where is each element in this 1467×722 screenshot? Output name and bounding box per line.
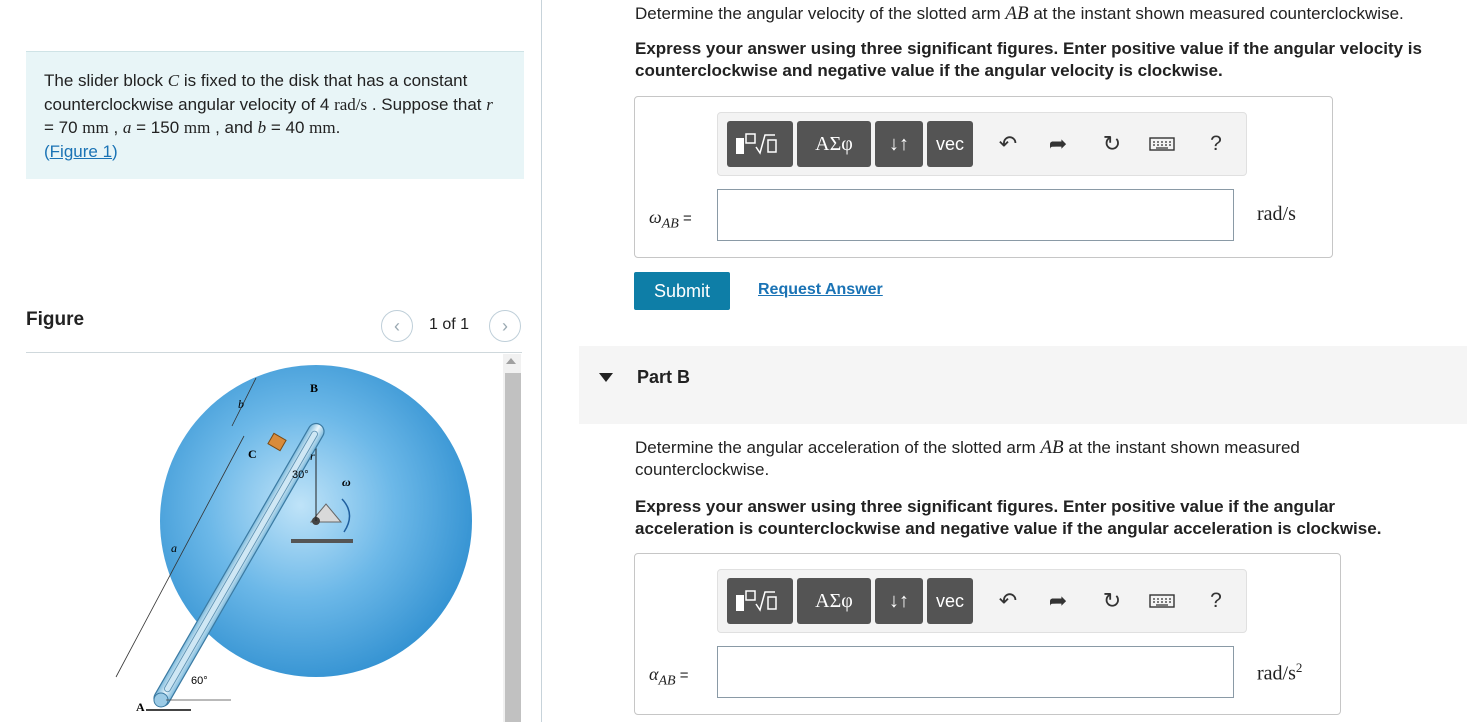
collapse-triangle-icon[interactable]: [599, 373, 613, 382]
submit-button[interactable]: Submit: [634, 272, 730, 310]
subscript: AB: [658, 673, 676, 689]
unit: mm: [309, 118, 336, 137]
math-toolbar: ΑΣφ ↓↑ vec ↶ ➦ ↻ ?: [717, 569, 1247, 633]
problem-text: The slider block: [44, 71, 168, 90]
divider: [26, 352, 522, 353]
previous-figure-button[interactable]: ‹: [381, 310, 413, 342]
subscript-superscript-button[interactable]: ↓↑: [875, 578, 923, 624]
unit-label: rad/s: [1257, 203, 1296, 225]
problem-text: = 70: [44, 118, 83, 137]
problem-text: , and: [210, 118, 258, 137]
vector-button[interactable]: vec: [927, 121, 973, 167]
figure-title: Figure: [26, 309, 85, 330]
fraction-sqrt-templates-icon: [736, 133, 777, 155]
disk-base: [291, 539, 353, 543]
undo-icon[interactable]: ↶: [992, 125, 1024, 163]
unit-base: rad/s: [1257, 662, 1296, 685]
part-b-answer-box: ΑΣφ ↓↑ vec ↶ ➦ ↻ ? αAB = rad/s2: [634, 553, 1341, 715]
label-r: r: [310, 449, 315, 463]
figure-counter: 1 of 1: [429, 316, 470, 333]
templates-button[interactable]: [727, 121, 793, 167]
var-b: b: [257, 118, 267, 137]
help-button[interactable]: ?: [1200, 125, 1232, 163]
problem-text: = 150: [131, 118, 184, 137]
reset-icon[interactable]: ↻: [1096, 582, 1128, 620]
part-b-instruction: Express your answer using three signific…: [635, 497, 1382, 538]
omega-ab-input[interactable]: [717, 189, 1234, 241]
label-60-deg: 60°: [191, 675, 208, 687]
label-b-length: b: [238, 397, 244, 411]
var-c: C: [167, 71, 180, 90]
part-a-answer-box: ΑΣφ ↓↑ vec ↶ ➦ ↻ ? ωAB = rad/s: [634, 96, 1333, 258]
var-r: r: [486, 94, 493, 114]
math-toolbar: ΑΣφ ↓↑ vec ↶ ➦ ↻ ?: [717, 112, 1247, 176]
unit: mm: [183, 118, 211, 137]
omega-ab-label: ωAB =: [649, 207, 692, 233]
var-ab: AB: [1040, 437, 1064, 458]
scrollbar-thumb[interactable]: [505, 373, 521, 722]
figure-link[interactable]: Figure 1: [50, 142, 112, 161]
label-b-point: B: [310, 381, 318, 395]
redo-icon[interactable]: ➦: [1042, 582, 1074, 620]
problem-statement: The slider block C is fixed to the disk …: [26, 51, 524, 179]
label-omega: ω: [342, 475, 351, 489]
part-a-instruction: Express your answer using three signific…: [635, 39, 1422, 80]
redo-icon[interactable]: ➦: [1042, 125, 1074, 163]
request-answer-link[interactable]: Request Answer: [758, 281, 883, 299]
question-text: at the instant shown measured counterclo…: [1028, 4, 1404, 23]
reset-icon[interactable]: ↻: [1096, 125, 1128, 163]
part-b-header[interactable]: Part B: [579, 346, 1467, 424]
unit: mm: [82, 118, 109, 137]
keyboard-icon[interactable]: [1146, 125, 1178, 163]
left-pane: The slider block C is fixed to the disk …: [0, 0, 542, 722]
subscript: AB: [661, 216, 679, 232]
fraction-sqrt-templates-icon: [736, 590, 777, 612]
symbol: ω: [649, 207, 662, 227]
problem-text: .: [335, 118, 341, 137]
question-text: Determine the angular velocity of the sl…: [635, 4, 1006, 23]
undo-icon[interactable]: ↶: [992, 582, 1024, 620]
problem-text: = 40: [266, 118, 310, 137]
chevron-right-icon: ›: [502, 315, 508, 336]
subscript-superscript-button[interactable]: ↓↑: [875, 121, 923, 167]
next-figure-button[interactable]: ›: [489, 310, 521, 342]
unit-label: rad/s2: [1257, 660, 1302, 686]
label-a-point: A: [136, 700, 145, 714]
equals: =: [678, 210, 692, 227]
vector-button[interactable]: vec: [927, 578, 973, 624]
templates-button[interactable]: [727, 578, 793, 624]
chevron-left-icon: ‹: [394, 315, 400, 336]
label-a-length: a: [171, 541, 177, 555]
question-text: Determine the angular acceleration of th…: [635, 438, 1041, 457]
scroll-up-arrow-icon[interactable]: [506, 358, 516, 364]
help-button[interactable]: ?: [1200, 582, 1232, 620]
var-ab: AB: [1005, 3, 1029, 24]
keyboard-icon[interactable]: [1146, 582, 1178, 620]
figure-image: A B C a b r ω 30° 60°: [26, 354, 502, 722]
alpha-ab-input[interactable]: [717, 646, 1234, 698]
part-b-question: Determine the angular acceleration of th…: [635, 437, 1395, 481]
part-b-title: Part B: [637, 367, 691, 387]
pane-divider: [541, 0, 542, 722]
unit: rad/s: [334, 94, 368, 114]
alpha-ab-label: αAB =: [649, 664, 689, 690]
greek-symbols-button[interactable]: ΑΣφ: [797, 121, 871, 167]
problem-text: . Suppose that: [367, 94, 487, 114]
paren: ): [112, 141, 118, 161]
label-30-deg: 30°: [292, 469, 309, 481]
part-a-question: Determine the angular velocity of the sl…: [635, 3, 1404, 25]
equals: =: [675, 667, 689, 684]
label-c-point: C: [248, 447, 257, 461]
pin-a: [153, 692, 169, 708]
unit-exponent: 2: [1295, 660, 1303, 675]
greek-symbols-button[interactable]: ΑΣφ: [797, 578, 871, 624]
mechanism-diagram: A B C a b r ω 30° 60°: [115, 365, 472, 714]
problem-text: ,: [108, 118, 123, 137]
